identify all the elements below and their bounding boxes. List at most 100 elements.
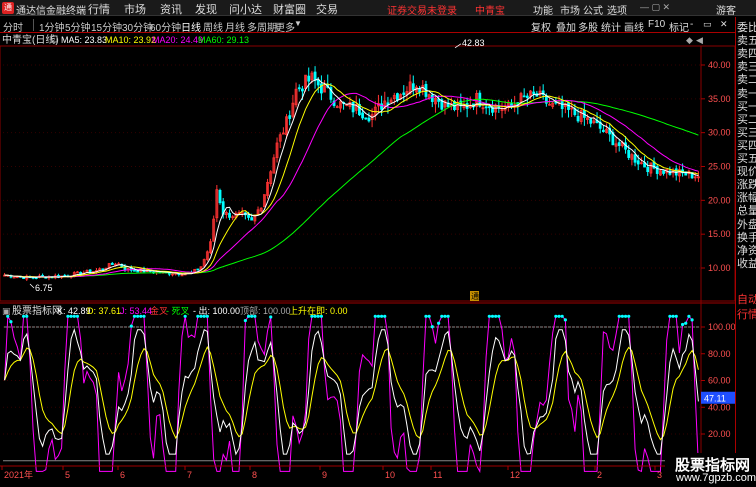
- indicator-panel[interactable]: 100.00 80.00 60.00 40.00 20.00 47.11: [3, 314, 735, 474]
- tab-weekly[interactable]: 周线: [203, 19, 223, 34]
- menu-quotes[interactable]: 行情: [88, 1, 110, 17]
- btn-stats[interactable]: 统计: [601, 19, 621, 34]
- tab-multi-period[interactable]: 多周期: [247, 19, 277, 34]
- menu-news[interactable]: 资讯: [160, 1, 182, 17]
- ma10-label: MA10: 23.92: [105, 35, 156, 45]
- overbought-dot: [243, 318, 247, 323]
- menu-right-market[interactable]: 市场: [560, 2, 580, 17]
- overbought-dot: [668, 314, 672, 318]
- app-logo-icon: 通: [2, 2, 14, 14]
- menu-ask[interactable]: 问小达: [229, 1, 262, 17]
- overbought-dot: [557, 314, 561, 318]
- x-tick-label: 6: [120, 470, 125, 480]
- candle-body: [110, 262, 114, 265]
- period-tab-bar: 分时 1分钟 5分钟 15分钟 30分钟 60分钟 日线 周线 月线 多周期 更…: [0, 17, 735, 34]
- overbought-dot: [487, 314, 491, 318]
- layout-icon[interactable]: ▭: [703, 19, 712, 30]
- overbought-dot: [674, 314, 678, 318]
- overbought-dot: [497, 314, 501, 318]
- overbought-dot: [446, 314, 450, 318]
- btn-rights-adjust[interactable]: 复权: [531, 19, 551, 34]
- btn-drawing[interactable]: 画线: [624, 19, 644, 34]
- indicator-tick-label: 100.00: [708, 322, 735, 332]
- quote-side-panel: 委比 卖五 卖四 卖三 卖二 卖一 买一 买二 买三 买四 买五 现价 涨跌 涨幅 总量 外盘 换手 净资 收益 自动…: [735, 17, 756, 487]
- more-dropdown-icon[interactable]: ▼: [294, 19, 302, 28]
- window-controls-icon[interactable]: — ▢ ✕: [640, 2, 670, 13]
- btn-multi-stock[interactable]: 多股: [578, 19, 598, 34]
- candle-body: [364, 117, 368, 120]
- tab-60min[interactable]: 60分钟: [150, 19, 181, 34]
- stock-chart[interactable]: 40.00 35.00 30.00 25.00 20.00 15.00 10.00 42.83…: [0, 33, 735, 487]
- indicator-tick-label: 80.00: [708, 349, 731, 359]
- indicator-box-icon[interactable]: ▣: [2, 306, 11, 316]
- menu-trade[interactable]: 交易: [316, 1, 338, 17]
- side-panel-item[interactable]: 行情: [737, 306, 756, 322]
- overbought-dot: [376, 314, 381, 318]
- ma60-line: [4, 98, 699, 278]
- side-panel-item[interactable]: 收益: [737, 255, 756, 271]
- menu-wealth[interactable]: 财富圈: [273, 1, 306, 17]
- overbought-dot: [617, 314, 621, 318]
- menu-function[interactable]: 功能: [533, 2, 553, 17]
- overbought-dot: [129, 324, 133, 328]
- current-value-text: 47.11: [704, 394, 726, 404]
- menu-options[interactable]: 选项: [607, 2, 627, 17]
- candle-body: [361, 112, 364, 119]
- price-tick-label: 30.00: [708, 128, 731, 138]
- tab-5min[interactable]: 5分钟: [65, 19, 91, 34]
- overbought-dot: [427, 314, 431, 318]
- nav-arrows-icon[interactable]: ◆: [686, 35, 693, 45]
- price-tick-label: 40.00: [708, 60, 731, 70]
- tab-30min[interactable]: 30分钟: [122, 19, 153, 34]
- price-panel[interactable]: 40.00 35.00 30.00 25.00 20.00 15.00 10.00 42.83…: [0, 38, 735, 466]
- btn-f10[interactable]: F10: [648, 19, 665, 30]
- btn-overlay[interactable]: 叠加: [556, 19, 576, 34]
- candle-body: [532, 91, 536, 94]
- zoom-out-icon[interactable]: ◀: [696, 35, 703, 45]
- overbought-dot: [690, 318, 694, 322]
- x-axis: 2021年 5 6 7 8 9 10 11 12 2 3: [0, 465, 735, 480]
- x-tick-label: 2021年: [4, 469, 33, 480]
- overbought-dot: [620, 314, 624, 318]
- candle-body: [250, 217, 254, 221]
- tab-intraday[interactable]: 分时: [3, 19, 23, 34]
- tab-monthly[interactable]: 月线: [225, 19, 245, 34]
- overbought-dot: [440, 314, 444, 318]
- j-line: [4, 314, 699, 474]
- side-panel-item[interactable]: 自动: [737, 291, 756, 307]
- candle-body: [601, 129, 605, 132]
- overbought-dot: [560, 314, 564, 318]
- rise-label: 上升在即: 0.00: [289, 305, 348, 316]
- btn-mark[interactable]: 标记: [669, 19, 689, 34]
- visitor-label[interactable]: 游客: [716, 2, 736, 17]
- candle-body: [627, 150, 631, 158]
- top-label: 顶部: 100.00: [240, 305, 291, 316]
- candle-body: [288, 115, 292, 119]
- x-tick-label: 5: [65, 470, 70, 480]
- tab-15min[interactable]: 15分钟: [91, 19, 122, 34]
- menu-formula[interactable]: 公式: [583, 2, 603, 17]
- watermark-url: www.7gpzb.com: [676, 472, 756, 484]
- tab-daily[interactable]: 日线: [181, 19, 201, 34]
- ma20-label: MA20: 24.49: [152, 35, 203, 45]
- dead-cross-label: - 死叉: [166, 306, 190, 316]
- x-tick-label: 9: [322, 470, 327, 480]
- overbought-dot: [680, 322, 685, 327]
- candle-body: [12, 276, 16, 279]
- candle-body: [196, 268, 200, 271]
- ma5-label: MA5: 23.83: [61, 35, 107, 45]
- j-label: J: 53.44: [120, 306, 152, 316]
- overbought-dot: [554, 314, 558, 318]
- close-chart-icon[interactable]: ✕: [720, 19, 728, 30]
- menu-market[interactable]: 市场: [124, 1, 146, 17]
- overbought-dot: [383, 314, 387, 318]
- login-notice[interactable]: 证券交易未登录: [387, 2, 457, 17]
- site-watermark: 股票指标网 www.7gpzb.com: [665, 453, 756, 487]
- tab-1min[interactable]: 1分钟: [39, 19, 65, 34]
- candle-body: [633, 154, 637, 163]
- high-price-label: 42.83: [462, 38, 485, 48]
- btn-minimize[interactable]: -: [690, 19, 693, 30]
- tab-more[interactable]: 更多: [275, 19, 295, 34]
- k-label: K: 42.89: [57, 306, 91, 316]
- menu-discover[interactable]: 发现: [195, 1, 217, 17]
